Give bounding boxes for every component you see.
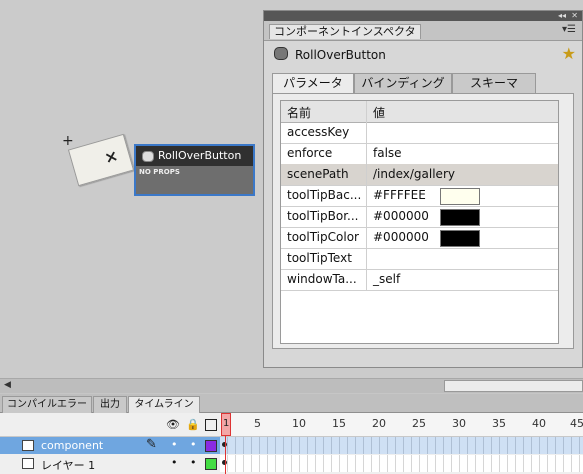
table-row[interactable]: toolTipColor #000000 [281,227,558,249]
close-icon: × [102,145,121,168]
frame-number: 35 [492,417,506,430]
tab-compile-errors[interactable]: コンパイルエラー [2,396,92,413]
layer-header: 👁 🔒 [0,413,220,437]
param-value[interactable]: _self [373,272,400,286]
table-row[interactable]: toolTipBor... #000000 [281,206,558,228]
param-value[interactable]: #FFFFEE [373,188,426,202]
parameters-table: 名前 値 accessKey enforce false scenePath /… [280,100,559,344]
param-name: toolTipBor... [287,209,359,223]
frame-number: 20 [372,417,386,430]
layer-frames[interactable] [220,455,583,472]
component-icon [274,47,288,60]
table-row-selected[interactable]: scenePath /index/gallery [281,164,558,186]
layer-frames[interactable] [220,437,583,454]
param-value[interactable]: #000000 [373,209,429,223]
layer-component[interactable]: component ✎ • • [0,437,220,454]
lock-dot[interactable]: • [190,456,197,469]
layer-icon [22,458,34,469]
frame-number: 40 [532,417,546,430]
param-name: windowTa... [287,272,357,286]
lock-icon[interactable]: 🔒 [186,418,200,431]
eye-icon[interactable]: 👁 [166,418,180,431]
column-header-value: 値 [373,106,386,120]
timeline-panel: 👁 🔒 5 10 15 20 25 30 35 40 45 1 componen… [0,413,583,474]
playhead-line [225,435,226,474]
frame-number: 5 [254,417,261,430]
param-name: accessKey [287,125,350,139]
param-name: enforce [287,146,333,160]
color-swatch[interactable] [440,209,480,226]
tab-output[interactable]: 出力 [93,396,127,413]
color-swatch[interactable] [440,230,480,247]
pencil-icon: ✎ [146,437,157,452]
param-value[interactable]: #000000 [373,230,429,244]
layer-color-swatch[interactable] [205,458,217,470]
star-icon[interactable]: ★ [562,44,576,63]
param-value[interactable]: false [373,146,402,160]
frame-number: 45 [570,417,583,430]
param-name: toolTipText [287,251,352,265]
component-instance-title: RollOverButton [136,146,253,166]
visibility-dot[interactable]: • [171,438,178,451]
table-row[interactable]: enforce false [281,143,558,165]
param-name: scenePath [287,167,349,181]
lock-dot[interactable]: • [190,438,197,451]
param-name: toolTipBac... [287,188,362,202]
frame-ruler[interactable]: 5 10 15 20 25 30 35 40 45 [220,413,583,437]
tab-bindings[interactable]: バインディング [354,73,452,93]
current-frame: 1 [223,418,230,429]
component-inspector-panel: ◂◂ ✕ コンポーネントインスペクタ ▾☰ RollOverButton ★ パ… [263,10,583,368]
param-value[interactable]: /index/gallery [373,167,455,181]
parameters-panel: 名前 値 accessKey enforce false scenePath /… [272,93,574,349]
layer-1[interactable]: レイヤー 1 • • [0,455,220,472]
bottom-panel-tabs: コンパイルエラー 出力 タイムライン [0,394,583,413]
component-header: RollOverButton ★ [264,41,582,67]
column-header-name: 名前 [287,106,312,120]
table-row[interactable]: toolTipText [281,248,558,270]
horizontal-scrollbar[interactable]: ◀ [0,378,583,393]
collapse-icon[interactable]: ◂◂ [558,11,566,21]
playhead[interactable]: 1 [221,413,231,436]
table-row[interactable]: accessKey [281,122,558,144]
frame-number: 10 [292,417,306,430]
layer-color-swatch[interactable] [205,440,217,452]
component-name: RollOverButton [295,48,386,62]
component-instance-label: RollOverButton [158,149,242,162]
color-swatch[interactable] [440,188,480,205]
layer-name: component [41,439,104,452]
layer-name: レイヤー 1 [41,459,96,472]
tab-timeline[interactable]: タイムライン [128,396,200,413]
tab-schema[interactable]: スキーマ [452,73,536,93]
tab-parameters[interactable]: パラメータ [272,73,354,95]
frame-number: 15 [332,417,346,430]
layer-icon [22,440,34,451]
scroll-left-icon[interactable]: ◀ [4,380,11,390]
panel-menu-icon[interactable]: ▾☰ [562,24,576,35]
param-name: toolTipColor [287,230,359,244]
registration-point-icon: + [62,133,74,149]
close-icon[interactable]: ✕ [571,11,578,21]
table-row[interactable]: windowTa... _self [281,269,558,291]
panel-title[interactable]: コンポーネントインスペクタ [269,24,421,39]
scroll-thumb[interactable] [444,380,583,392]
frame-number: 30 [452,417,466,430]
component-instance[interactable]: RollOverButton NO PROPS [134,144,255,196]
panel-strip: ◂◂ ✕ [264,11,582,21]
noprops-label: NO PROPS [139,168,180,176]
component-icon [142,151,154,162]
visibility-dot[interactable]: • [171,456,178,469]
stage-area[interactable]: + × RollOverButton NO PROPS ◂◂ ✕ コンポーネント… [0,0,583,378]
table-header: 名前 値 [281,101,558,123]
outline-icon[interactable] [205,419,217,431]
panel-tab-bar: コンポーネントインスペクタ ▾☰ [264,21,582,41]
column-divider [366,101,367,290]
frame-number: 25 [412,417,426,430]
placeholder-symbol[interactable]: × [67,133,135,187]
table-row[interactable]: toolTipBac... #FFFFEE [281,185,558,207]
